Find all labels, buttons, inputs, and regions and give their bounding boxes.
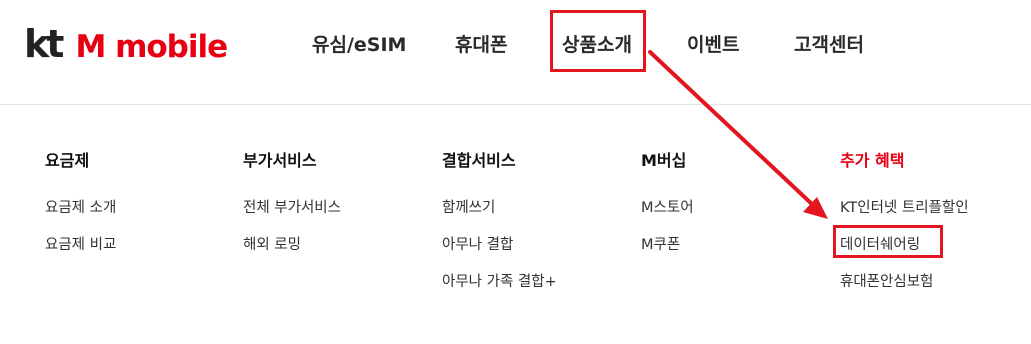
menu-column-bundles: 결합서비스 함께쓰기 아무나 결합 아무나 가족 결합+ <box>442 150 557 308</box>
page: kt M mobile 유심/eSIM 휴대폰 상품소개 이벤트 고객센터 요금… <box>0 0 1031 344</box>
highlight-box-data-sharing <box>833 225 943 258</box>
link-plan-intro[interactable]: 요금제 소개 <box>45 197 116 219</box>
menu-column-addons: 부가서비스 전체 부가서비스 해외 로밍 <box>243 150 341 271</box>
link-anyone-family-bundle[interactable]: 아무나 가족 결합+ <box>442 271 557 293</box>
menu-column-plans: 요금제 요금제 소개 요금제 비교 <box>45 150 116 271</box>
nav-customer-center[interactable]: 고객센터 <box>794 30 864 57</box>
plans-link-list: 요금제 소개 요금제 비교 <box>45 197 116 256</box>
column-title-bundles: 결합서비스 <box>442 151 516 170</box>
menu-column-membership: M버십 M스토어 M쿠폰 <box>641 150 694 271</box>
bundles-link-list: 함께쓰기 아무나 결합 아무나 가족 결합+ <box>442 197 557 293</box>
link-share-together[interactable]: 함께쓰기 <box>442 197 557 219</box>
kt-m-mobile-logo[interactable]: kt M mobile <box>24 22 228 66</box>
logo-kt-mark: kt <box>24 22 64 66</box>
link-roaming[interactable]: 해외 로밍 <box>243 234 341 256</box>
link-all-addons[interactable]: 전체 부가서비스 <box>243 197 341 219</box>
highlight-box-products <box>550 10 646 72</box>
column-title-extra-benefits: 추가 혜택 <box>840 151 905 170</box>
site-header: kt M mobile 유심/eSIM 휴대폰 상품소개 이벤트 고객센터 <box>0 0 1031 105</box>
link-m-store[interactable]: M스토어 <box>641 197 694 219</box>
column-title-addons: 부가서비스 <box>243 151 317 170</box>
link-anyone-bundle[interactable]: 아무나 결합 <box>442 234 557 256</box>
link-kt-internet-triple-discount[interactable]: KT인터넷 트리플할인 <box>840 197 969 219</box>
nav-usim-esim[interactable]: 유심/eSIM <box>312 30 406 57</box>
column-title-membership: M버십 <box>641 151 687 170</box>
nav-events[interactable]: 이벤트 <box>687 30 739 57</box>
column-title-plans: 요금제 <box>45 151 90 170</box>
nav-phones[interactable]: 휴대폰 <box>455 30 507 57</box>
link-m-coupon[interactable]: M쿠폰 <box>641 234 694 256</box>
logo-brand-text: M mobile <box>75 29 228 65</box>
addons-link-list: 전체 부가서비스 해외 로밍 <box>243 197 341 256</box>
membership-link-list: M스토어 M쿠폰 <box>641 197 694 256</box>
link-plan-compare[interactable]: 요금제 비교 <box>45 234 116 256</box>
link-phone-insurance[interactable]: 휴대폰안심보험 <box>840 271 969 293</box>
